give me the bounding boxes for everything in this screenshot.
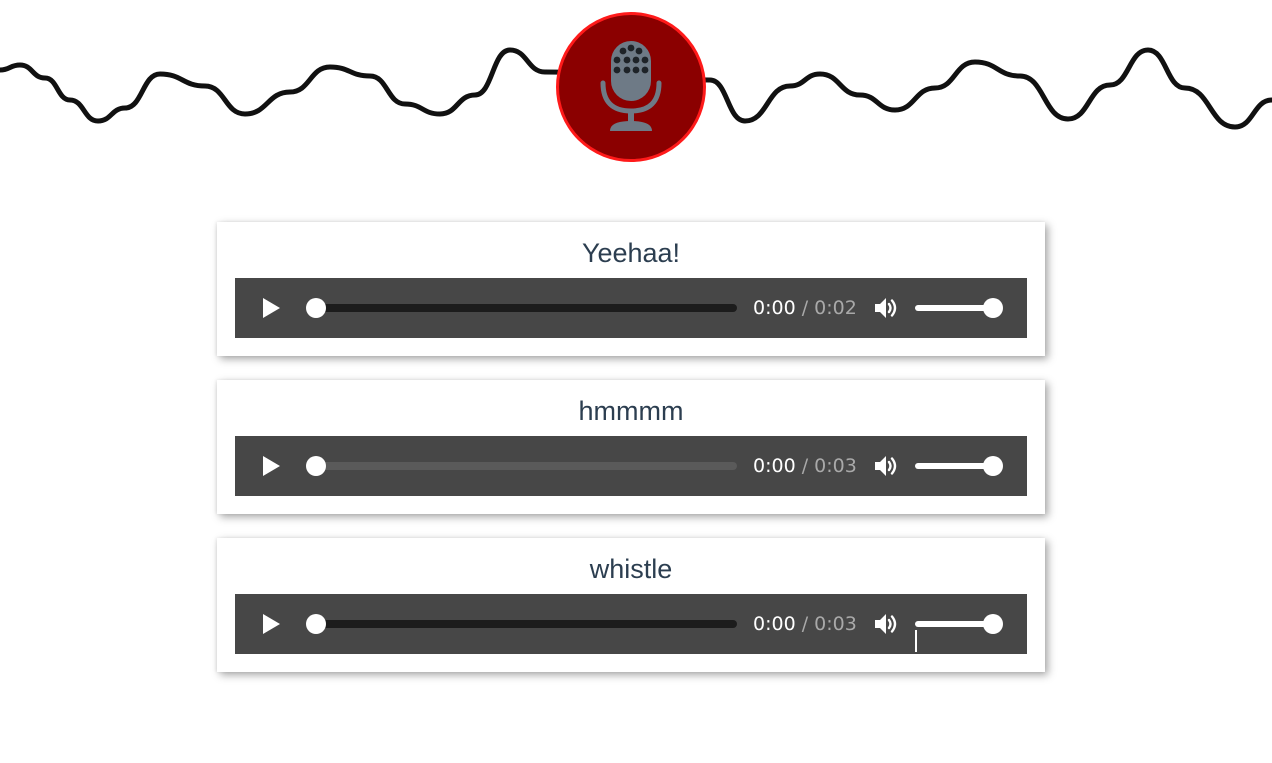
volume-slider[interactable] xyxy=(915,456,1003,476)
duration: 0:02 xyxy=(814,297,857,319)
play-icon[interactable] xyxy=(259,612,283,636)
recording-card: whistle 0:00 / 0:03 xyxy=(217,538,1045,672)
audio-player: 0:00 / 0:02 xyxy=(235,278,1027,338)
volume-slider[interactable] xyxy=(915,298,1003,318)
audio-player: 0:00 / 0:03 xyxy=(235,436,1027,496)
recording-card: Yeehaa! 0:00 / 0:02 xyxy=(217,222,1045,356)
volume-thumb[interactable] xyxy=(983,298,1003,318)
volume-thumb[interactable] xyxy=(983,456,1003,476)
audio-player: 0:00 / 0:03 xyxy=(235,594,1027,654)
header xyxy=(0,0,1272,180)
duration: 0:03 xyxy=(814,613,857,635)
current-time: 0:00 xyxy=(753,613,796,635)
volume-slider[interactable] xyxy=(915,614,1003,634)
progress-thumb[interactable] xyxy=(306,456,326,476)
progress-bar[interactable] xyxy=(306,456,737,476)
progress-thumb[interactable] xyxy=(306,614,326,634)
recording-title: whistle xyxy=(589,554,673,584)
time-separator: / xyxy=(801,297,809,319)
record-button[interactable] xyxy=(556,12,706,162)
microphone-icon xyxy=(600,41,662,131)
volume-thumb[interactable] xyxy=(983,614,1003,634)
recording-title: Yeehaa! xyxy=(581,238,681,268)
time-display: 0:00 / 0:03 xyxy=(753,612,857,636)
duration: 0:03 xyxy=(814,455,857,477)
progress-bar[interactable] xyxy=(306,614,737,634)
recording-card: hmmmm 0:00 / 0:03 xyxy=(217,380,1045,514)
time-display: 0:00 / 0:02 xyxy=(753,296,857,320)
current-time: 0:00 xyxy=(753,297,796,319)
play-icon[interactable] xyxy=(259,454,283,478)
text-cursor xyxy=(915,630,917,652)
volume-icon[interactable] xyxy=(873,453,899,479)
volume-icon[interactable] xyxy=(873,611,899,637)
current-time: 0:00 xyxy=(753,455,796,477)
play-icon[interactable] xyxy=(259,296,283,320)
progress-thumb[interactable] xyxy=(306,298,326,318)
progress-bar[interactable] xyxy=(306,298,737,318)
time-display: 0:00 / 0:03 xyxy=(753,454,857,478)
recording-title: hmmmm xyxy=(578,396,684,426)
time-separator: / xyxy=(801,455,809,477)
volume-icon[interactable] xyxy=(873,295,899,321)
time-separator: / xyxy=(801,613,809,635)
recordings-list: Yeehaa! 0:00 / 0:02 hmmmm 0:00 / 0:03 wh… xyxy=(217,222,1045,696)
